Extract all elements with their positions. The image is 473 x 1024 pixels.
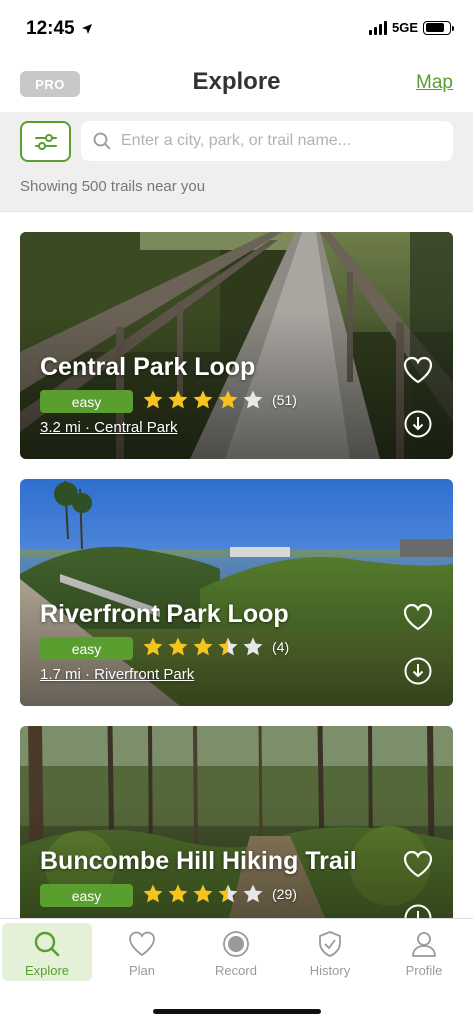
trail-name: Riverfront Park Loop (40, 600, 289, 628)
star-rating: (4) (142, 636, 289, 658)
star-icon (143, 637, 163, 656)
search-input[interactable]: Enter a city, park, or trail name... (81, 121, 453, 161)
tab-history[interactable]: History (285, 923, 375, 981)
review-count: (29) (272, 886, 297, 902)
download-icon (404, 657, 432, 685)
star-icon (218, 390, 238, 409)
download-button[interactable] (403, 656, 433, 686)
trail-distance-location[interactable]: 3.2 mi · Central Park (40, 419, 178, 436)
favorite-button[interactable] (401, 354, 435, 386)
heart-icon (403, 850, 433, 878)
sliders-icon (34, 133, 57, 150)
star-icon (193, 390, 213, 409)
search-section: Enter a city, park, or trail name... Sho… (0, 112, 473, 212)
star-icon (168, 390, 188, 409)
star-icon (143, 884, 163, 903)
review-count: (4) (272, 639, 290, 655)
star-rating: (51) (142, 389, 297, 411)
trail-name: Buncombe Hill Hiking Trail (40, 847, 357, 875)
trail-card-riverfront-park-loop[interactable]: Riverfront Park Loop easy (4) 1.7 mi · R… (20, 479, 453, 706)
tab-label: Profile (405, 963, 443, 978)
battery-icon (423, 20, 454, 35)
search-placeholder: Enter a city, park, or trail name... (121, 132, 352, 149)
star-icon (243, 637, 263, 656)
home-indicator (153, 1009, 321, 1014)
tab-explore[interactable]: Explore (2, 923, 92, 981)
difficulty-badge: easy (40, 884, 133, 907)
location-arrow-icon (81, 24, 92, 34)
favorite-button[interactable] (401, 848, 435, 880)
star-icon (193, 884, 213, 903)
star-icon (168, 637, 188, 656)
favorite-button[interactable] (401, 601, 435, 633)
tab-label: Record (215, 963, 257, 978)
tab-label: Explore (24, 963, 70, 978)
heart-icon (403, 603, 433, 631)
star-icon (168, 884, 188, 903)
difficulty-badge: easy (40, 637, 133, 660)
difficulty-badge: easy (40, 390, 133, 413)
filter-button[interactable] (20, 121, 71, 162)
star-icon (143, 390, 163, 409)
network-type: 5GE (391, 20, 418, 35)
shield-check-icon (319, 931, 341, 957)
star-rating: (29) (142, 883, 297, 905)
person-icon (412, 932, 436, 957)
trail-name: Central Park Loop (40, 353, 256, 381)
heart-icon (403, 356, 433, 384)
star-icon (243, 884, 263, 903)
clock: 12:45 (26, 18, 75, 39)
download-icon (404, 410, 432, 438)
status-indicators: 5GE (368, 20, 454, 35)
record-icon (223, 931, 249, 957)
trail-distance-location[interactable]: 1.7 mi · Riverfront Park (40, 666, 194, 683)
tab-plan[interactable]: Plan (97, 923, 187, 981)
search-icon (93, 132, 111, 150)
map-link[interactable]: Map (416, 72, 453, 94)
tab-label: History (309, 963, 351, 978)
trail-card-central-park-loop[interactable]: Central Park Loop easy (51) 3.2 mi · Cen… (20, 232, 453, 459)
tab-record[interactable]: Record (191, 923, 281, 981)
star-icon (218, 637, 238, 656)
tab-label: Plan (128, 963, 156, 978)
review-count: (51) (272, 392, 297, 408)
signal-icon (368, 20, 387, 35)
star-icon (243, 390, 263, 409)
download-button[interactable] (403, 409, 433, 439)
status-bar: 12:45 5GE (0, 0, 473, 56)
status-time: 12:45 (26, 18, 93, 40)
star-icon (193, 637, 213, 656)
search-icon (34, 931, 60, 957)
tab-profile[interactable]: Profile (379, 923, 469, 981)
result-count: Showing 500 trails near you (20, 178, 206, 195)
heart-icon (129, 931, 155, 957)
header: PRO Explore Map (0, 56, 473, 112)
star-icon (218, 884, 238, 903)
page-title: Explore (192, 68, 281, 95)
